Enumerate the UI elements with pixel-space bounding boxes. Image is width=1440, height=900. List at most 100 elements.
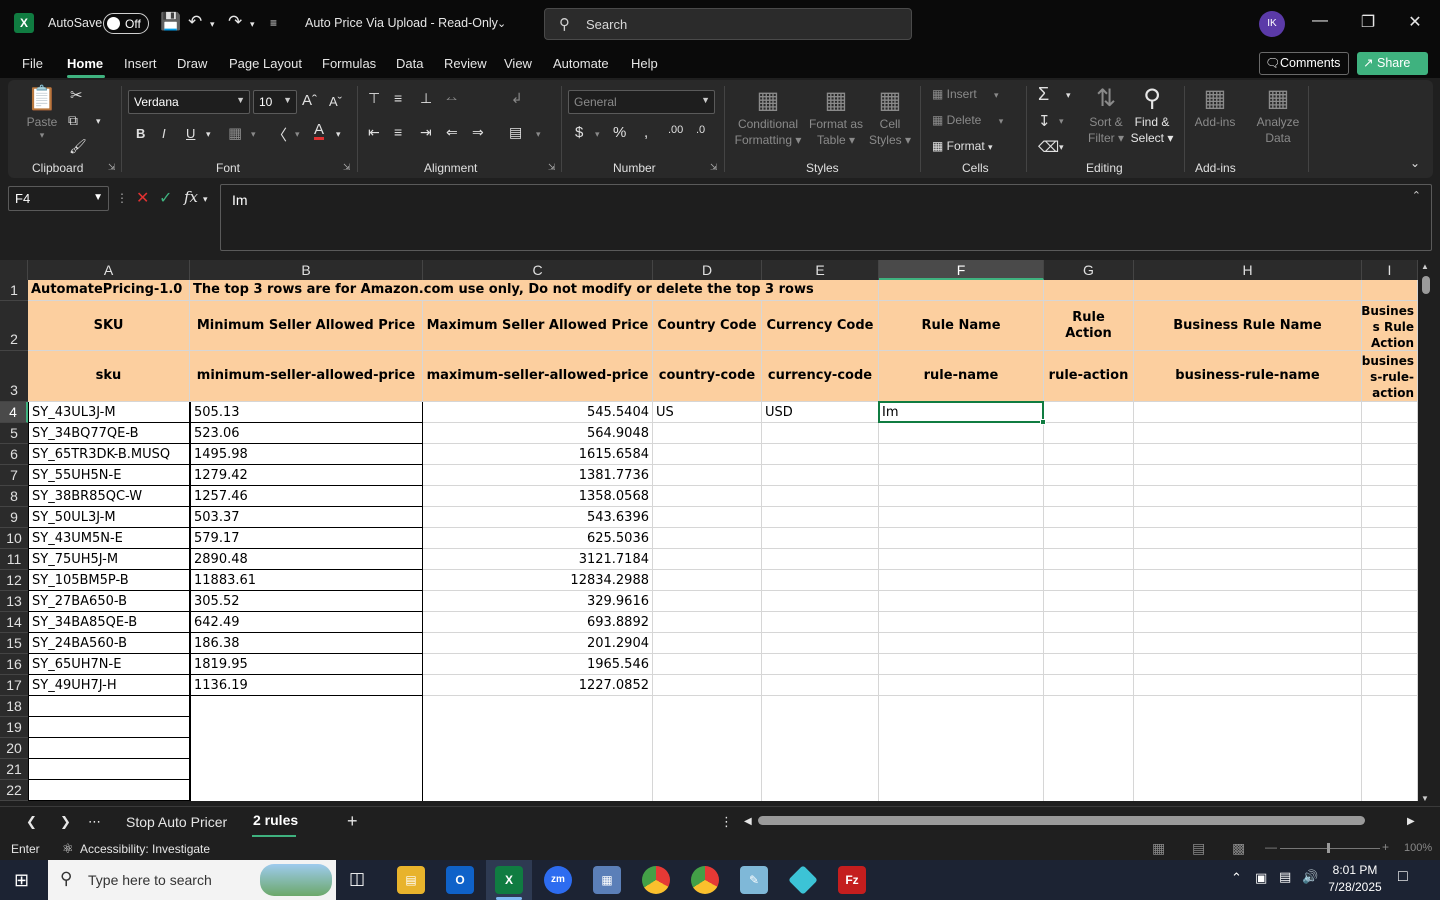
decrease-indent-icon[interactable]: ⇐	[446, 124, 458, 141]
cell-e11[interactable]	[762, 549, 879, 570]
cell-e12[interactable]	[762, 570, 879, 591]
cell-c6[interactable]: 1615.6584	[423, 444, 653, 465]
align-right-icon[interactable]: ⇥	[420, 124, 432, 141]
cell-g4[interactable]	[1044, 402, 1134, 423]
restore-icon[interactable]: ❐	[1353, 12, 1383, 32]
cell-b17[interactable]: 1136.19	[190, 675, 423, 696]
cell-g17[interactable]	[1044, 675, 1134, 696]
cell-h9[interactable]	[1134, 507, 1362, 528]
scroll-right-icon[interactable]: ▶	[1407, 816, 1415, 827]
tab-home[interactable]: Home	[67, 56, 103, 71]
cell-d12[interactable]	[653, 570, 762, 591]
clear-icon[interactable]: ⌫	[1038, 138, 1059, 156]
cell-a11[interactable]: SY_75UH5J-M	[28, 549, 190, 570]
conditional-formatting-button[interactable]: ▦ Conditional Formatting ▾	[732, 86, 804, 148]
add-ins-button[interactable]: ▦ Add-ins	[1192, 84, 1238, 130]
header-cell-e2[interactable]: Currency Code	[762, 301, 879, 351]
row-header-8[interactable]: 8	[0, 486, 28, 507]
cell-i6[interactable]	[1362, 444, 1418, 465]
cell-e18[interactable]	[762, 696, 879, 717]
cell-f8[interactable]	[879, 486, 1044, 507]
scroll-up-icon[interactable]: ▲	[1421, 262, 1429, 271]
cell-f16[interactable]	[879, 654, 1044, 675]
comma-style-icon[interactable]: ,	[644, 124, 648, 141]
cell-c8[interactable]: 1358.0568	[423, 486, 653, 507]
accessibility-status[interactable]: Accessibility: Investigate	[80, 842, 210, 856]
cell-h10[interactable]	[1134, 528, 1362, 549]
cell-a12[interactable]: SY_105BM5P-B	[28, 570, 190, 591]
chrome-profile-icon[interactable]	[691, 866, 719, 894]
scroll-down-icon[interactable]: ▼	[1421, 794, 1429, 803]
alignment-launcher-icon[interactable]: ⇲	[548, 162, 556, 173]
cell-b18[interactable]	[190, 696, 423, 717]
row-header-2[interactable]: 2	[0, 301, 28, 351]
tab-formulas[interactable]: Formulas	[322, 56, 376, 71]
select-all-corner[interactable]	[0, 260, 28, 280]
undo-dropdown-icon[interactable]: ▾	[210, 19, 215, 30]
paste-button[interactable]: 📋 Paste ▾	[22, 84, 62, 140]
cell-b22[interactable]	[190, 780, 423, 801]
sheet-tab-stop-auto-pricer[interactable]: Stop Auto Pricer	[126, 814, 227, 830]
header-cell-a3[interactable]: sku	[28, 351, 190, 402]
italic-icon[interactable]: I	[162, 126, 166, 141]
cell-b12[interactable]: 11883.61	[190, 570, 423, 591]
tab-view[interactable]: View	[504, 56, 532, 71]
customize-toolbar-icon[interactable]: ≡	[270, 16, 277, 30]
percent-icon[interactable]: %	[613, 124, 626, 141]
tray-expand-icon[interactable]: ⌃	[1231, 870, 1242, 886]
cell-i1[interactable]	[1362, 280, 1418, 301]
cell-h22[interactable]	[1134, 780, 1362, 801]
zoom-slider[interactable]	[1280, 848, 1380, 849]
cell-b5[interactable]: 523.06	[190, 423, 423, 444]
cell-a20[interactable]	[28, 738, 190, 759]
cell-g18[interactable]	[1044, 696, 1134, 717]
cell-e19[interactable]	[762, 717, 879, 738]
cell-h13[interactable]	[1134, 591, 1362, 612]
file-explorer-icon[interactable]: ▤	[397, 866, 425, 894]
cell-i20[interactable]	[1362, 738, 1418, 759]
fill-icon[interactable]: ↧	[1038, 112, 1051, 130]
zoom-slider-thumb[interactable]	[1327, 843, 1330, 853]
cell-b6[interactable]: 1495.98	[190, 444, 423, 465]
cell-styles-button[interactable]: ▦ Cell Styles ▾	[868, 86, 912, 148]
cell-e21[interactable]	[762, 759, 879, 780]
tray-security-icon[interactable]: ▣	[1255, 870, 1267, 886]
cell-h7[interactable]	[1134, 465, 1362, 486]
cell-f7[interactable]	[879, 465, 1044, 486]
align-left-icon[interactable]: ⇤	[368, 124, 380, 141]
increase-font-size-icon[interactable]: Aˆ	[302, 92, 317, 109]
header-cell-b3[interactable]: minimum-seller-allowed-price	[190, 351, 423, 402]
header-cell-f2[interactable]: Rule Name	[879, 301, 1044, 351]
header-cell-i3[interactable]: busines s-rule-action	[1362, 351, 1418, 402]
cell-e13[interactable]	[762, 591, 879, 612]
cell-f15[interactable]	[879, 633, 1044, 654]
cell-e6[interactable]	[762, 444, 879, 465]
cell-h21[interactable]	[1134, 759, 1362, 780]
cell-g6[interactable]	[1044, 444, 1134, 465]
cell-d11[interactable]	[653, 549, 762, 570]
font-size-select[interactable]: 10 ▼	[253, 90, 297, 114]
header-cell-a2[interactable]: SKU	[28, 301, 190, 351]
underline-dropdown-icon[interactable]: ▾	[206, 129, 211, 140]
row-header-17[interactable]: 17	[0, 675, 28, 696]
cell-g22[interactable]	[1044, 780, 1134, 801]
cell-h14[interactable]	[1134, 612, 1362, 633]
cell-i7[interactable]	[1362, 465, 1418, 486]
cell-g9[interactable]	[1044, 507, 1134, 528]
cell-a5[interactable]: SY_34BQ77QE-B	[28, 423, 190, 444]
row-header-3[interactable]: 3	[0, 351, 28, 402]
cell-b1[interactable]: The top 3 rows are for Amazon.com use on…	[190, 280, 879, 301]
cell-i19[interactable]	[1362, 717, 1418, 738]
copy-icon[interactable]: ⧉	[68, 112, 78, 129]
align-middle-icon[interactable]: ≡	[394, 90, 402, 106]
cell-b19[interactable]	[190, 717, 423, 738]
confirm-entry-icon[interactable]: ✓	[159, 188, 172, 208]
cell-g8[interactable]	[1044, 486, 1134, 507]
row-header-10[interactable]: 10	[0, 528, 28, 549]
column-header-h[interactable]: H	[1134, 260, 1362, 280]
cell-d6[interactable]	[653, 444, 762, 465]
header-cell-f3[interactable]: rule-name	[879, 351, 1044, 402]
cell-e17[interactable]	[762, 675, 879, 696]
page-break-view-icon[interactable]: ▩	[1232, 840, 1245, 857]
cell-i15[interactable]	[1362, 633, 1418, 654]
